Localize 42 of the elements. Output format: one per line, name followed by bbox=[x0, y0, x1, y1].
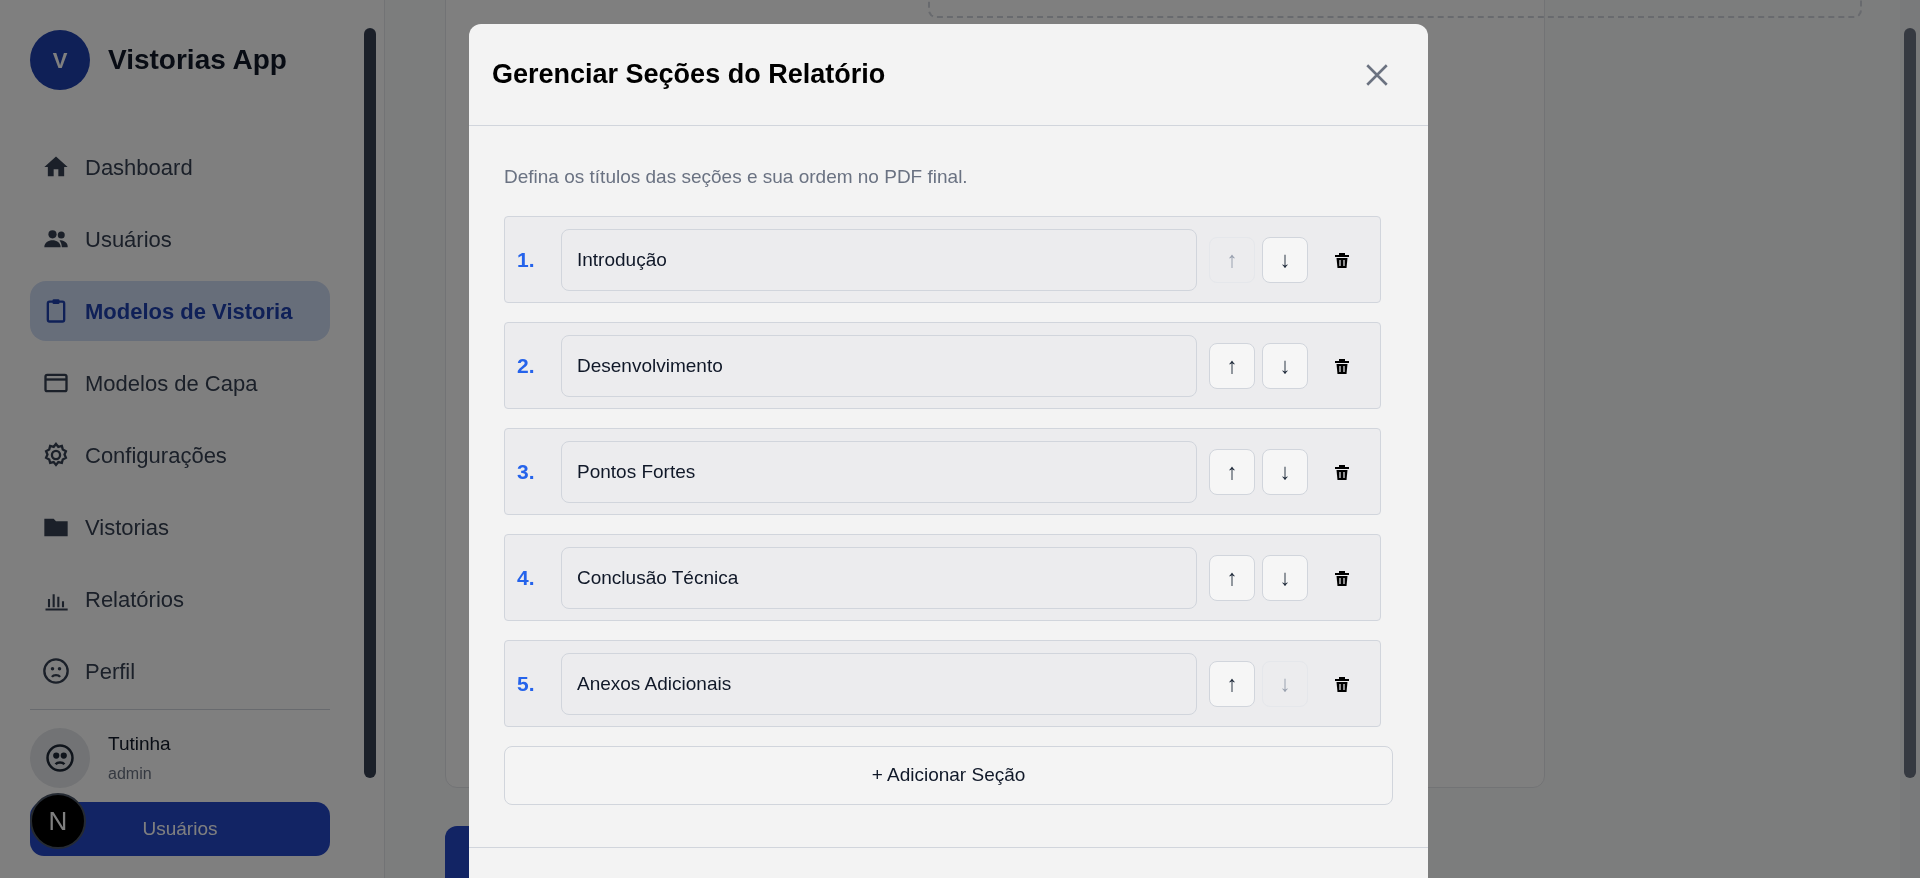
nav-item[interactable]: Usuários bbox=[30, 209, 330, 269]
sad-face-icon bbox=[45, 743, 75, 773]
user-name: Tutinha bbox=[108, 731, 171, 756]
nav-item[interactable]: Dashboard bbox=[30, 137, 330, 197]
add-section-button[interactable]: + Adicionar Seção bbox=[504, 746, 1393, 805]
nav-item[interactable]: Perfil bbox=[30, 641, 330, 701]
modal-description: Defina os títulos das seções e sua ordem no PDF final. bbox=[504, 166, 969, 188]
section-title-field[interactable]: Pontos Fortes bbox=[561, 440, 1197, 503]
settings-icon bbox=[42, 441, 70, 469]
move-up-button[interactable]: ↑ bbox=[1209, 660, 1255, 707]
nav-item[interactable]: Vistorias bbox=[30, 497, 330, 557]
section-number: 5. bbox=[517, 670, 536, 697]
move-up-button[interactable]: ↑ bbox=[1209, 554, 1255, 601]
sidebar-scrollbar[interactable] bbox=[364, 28, 376, 778]
trash-icon bbox=[1335, 251, 1349, 268]
section-number: 4. bbox=[517, 564, 536, 591]
move-up-button[interactable]: ↑ bbox=[1209, 342, 1255, 389]
app-name: Vistorias App bbox=[108, 43, 287, 77]
user-role: admin bbox=[108, 764, 153, 785]
move-down-button[interactable]: ↓ bbox=[1262, 236, 1308, 283]
nav-item[interactable]: Configurações bbox=[30, 425, 330, 485]
section-title-field[interactable]: Anexos Adicionais bbox=[561, 652, 1197, 715]
section-title-field[interactable]: Desenvolvimento bbox=[561, 334, 1197, 397]
move-down-button[interactable]: ↓ bbox=[1262, 448, 1308, 495]
trash-icon bbox=[1335, 675, 1349, 692]
section-number: 1. bbox=[517, 246, 536, 273]
trash-icon bbox=[1335, 463, 1349, 480]
framework-badge[interactable]: N bbox=[30, 793, 86, 849]
modal-title: Gerenciar Seções do Relatório bbox=[492, 58, 886, 92]
move-down-button[interactable]: ↓ bbox=[1262, 554, 1308, 601]
logo-badge: V bbox=[30, 30, 90, 90]
nav-item[interactable]: Modelos de Capa bbox=[30, 353, 330, 413]
section-title-field[interactable]: Conclusão Técnica bbox=[561, 546, 1197, 609]
move-up-button[interactable]: ↑ bbox=[1209, 448, 1255, 495]
section-number: 2. bbox=[517, 352, 536, 379]
section-number: 3. bbox=[517, 458, 536, 485]
section-title-field[interactable]: Introdução bbox=[561, 228, 1197, 291]
nav-item[interactable]: Relatórios bbox=[30, 569, 330, 629]
trash-icon bbox=[1335, 569, 1349, 586]
trash-icon bbox=[1335, 357, 1349, 374]
sad-face-icon bbox=[42, 657, 70, 685]
move-down-button[interactable]: ↓ bbox=[1262, 342, 1308, 389]
